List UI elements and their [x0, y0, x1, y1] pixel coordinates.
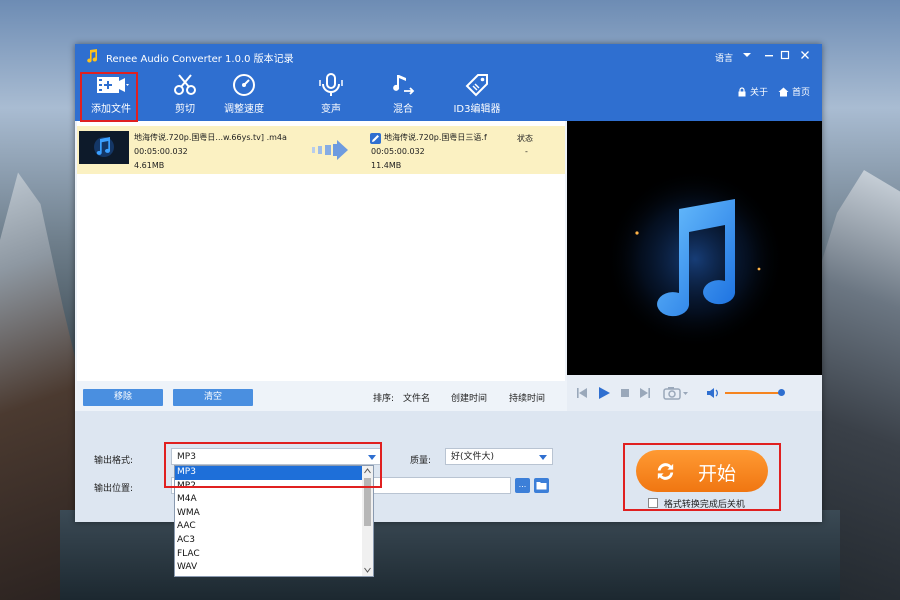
music-note-preview-icon: [605, 169, 785, 349]
convert-arrow-icon: [312, 140, 348, 160]
tag-icon: [465, 74, 488, 97]
mix-label: 混合: [393, 104, 413, 115]
stop-icon[interactable]: [619, 387, 631, 399]
mix-button[interactable]: 混合: [375, 73, 431, 117]
home-icon: [778, 87, 789, 96]
checkbox-box[interactable]: [648, 498, 658, 508]
scroll-down-icon[interactable]: [364, 567, 371, 573]
volume-slider[interactable]: [725, 392, 781, 394]
sort-label: 排序:: [373, 394, 395, 404]
play-icon[interactable]: [597, 386, 611, 400]
chevron-down-icon: [368, 455, 376, 460]
language-dropdown-icon[interactable]: [737, 46, 757, 66]
add-file-button[interactable]: 添加文件: [83, 73, 139, 117]
format-option[interactable]: FLAC: [175, 548, 373, 562]
clear-button[interactable]: 清空: [173, 389, 253, 406]
cut-label: 剪切: [175, 104, 195, 115]
sort-by-name[interactable]: 文件名: [403, 391, 430, 404]
id3-editor-label: ID3编辑器: [453, 104, 501, 115]
browse-button[interactable]: ...: [515, 478, 530, 493]
format-option[interactable]: MP3: [175, 466, 373, 480]
edit-output-icon[interactable]: [370, 133, 381, 144]
adjust-speed-button[interactable]: 调整速度: [216, 73, 272, 117]
format-option[interactable]: M4A: [175, 493, 373, 507]
dropdown-scrollbar[interactable]: [362, 466, 373, 576]
status-label: 状态: [517, 134, 533, 143]
format-option[interactable]: MP2: [175, 480, 373, 494]
scrollbar-thumb[interactable]: [364, 478, 371, 526]
start-label: 开始: [698, 463, 737, 485]
input-size: 4.61MB: [134, 161, 165, 170]
input-file-name: 地海传说.720p.国粤日...w.66ys.tv] .m4a: [134, 133, 287, 142]
add-file-label: 添加文件: [91, 104, 131, 115]
format-option[interactable]: AAC: [175, 520, 373, 534]
volume-slider-handle[interactable]: [778, 389, 785, 396]
output-format-select[interactable]: MP3: [171, 448, 382, 465]
open-folder-button[interactable]: [534, 478, 549, 493]
chevron-down-icon: [539, 455, 547, 460]
refresh-icon: [657, 463, 674, 480]
volume-icon[interactable]: [706, 387, 720, 399]
output-format-dropdown[interactable]: MP3 MP2 M4A WMA AAC AC3 FLAC WAV: [174, 465, 374, 577]
cut-button[interactable]: 剪切: [157, 73, 213, 117]
add-file-icon: [97, 77, 129, 93]
input-duration: 00:05:00.032: [134, 147, 188, 156]
music-note-icon: [87, 49, 98, 63]
camera-icon[interactable]: [663, 386, 689, 400]
output-file-name: 地海传说.720p.国粤日三语.f: [384, 133, 487, 142]
quality-value: 好(文件大): [451, 452, 495, 462]
toolbar: 添加文件 剪切 调整速度 变声 混合 ID3编辑器 关于 首页: [75, 69, 822, 121]
home-link[interactable]: 首页: [778, 85, 810, 98]
output-format-value: MP3: [177, 452, 196, 462]
status-value: -: [525, 147, 528, 156]
format-option[interactable]: WMA: [175, 507, 373, 521]
sort-by-duration[interactable]: 持续时间: [509, 391, 545, 404]
voice-change-label: 变声: [321, 104, 341, 115]
start-button[interactable]: 开始: [636, 450, 768, 492]
folder-icon: [536, 482, 547, 490]
output-format-label: 输出格式:: [94, 456, 134, 466]
maximize-button[interactable]: [775, 46, 795, 66]
output-location-label: 输出位置:: [94, 484, 134, 494]
about-link[interactable]: 关于: [737, 85, 768, 98]
file-thumbnail: [79, 131, 129, 164]
preview-panel: [567, 121, 822, 375]
close-button[interactable]: [795, 46, 815, 66]
adjust-speed-label: 调整速度: [224, 104, 264, 115]
output-size: 11.4MB: [371, 161, 402, 170]
file-row[interactable]: 地海传说.720p.国粤日...w.66ys.tv] .m4a 00:05:00…: [77, 126, 565, 174]
voice-change-button[interactable]: 变声: [303, 73, 359, 117]
home-label: 首页: [792, 88, 811, 98]
sort-by-created[interactable]: 创建时间: [451, 391, 487, 404]
format-option[interactable]: AC3: [175, 534, 373, 548]
remove-button[interactable]: 移除: [83, 389, 163, 406]
shutdown-label: 格式转换完成后关机: [663, 500, 745, 510]
format-option[interactable]: WAV: [175, 561, 373, 575]
about-label: 关于: [750, 88, 769, 98]
cut-icon: [174, 74, 196, 95]
id3-editor-button[interactable]: ID3编辑器: [447, 73, 507, 117]
shutdown-checkbox[interactable]: 格式转换完成后关机: [648, 497, 745, 510]
next-icon[interactable]: [639, 387, 651, 399]
previous-icon[interactable]: [576, 387, 588, 399]
speed-icon: [233, 74, 255, 96]
output-duration: 00:05:00.032: [371, 147, 425, 156]
player-controls: [567, 375, 822, 411]
window-title: Renee Audio Converter 1.0.0 版本记录: [106, 54, 294, 65]
microphone-icon: [319, 73, 343, 96]
scroll-up-icon[interactable]: [364, 468, 371, 474]
quality-label: 质量:: [410, 456, 432, 466]
file-list[interactable]: 地海传说.720p.国粤日...w.66ys.tv] .m4a 00:05:00…: [77, 121, 565, 411]
language-menu[interactable]: 语言: [715, 51, 733, 64]
lock-icon: [738, 86, 746, 96]
quality-select[interactable]: 好(文件大): [445, 448, 553, 465]
title-bar: Renee Audio Converter 1.0.0 版本记录 语言: [75, 44, 822, 69]
mix-icon: [393, 75, 415, 95]
